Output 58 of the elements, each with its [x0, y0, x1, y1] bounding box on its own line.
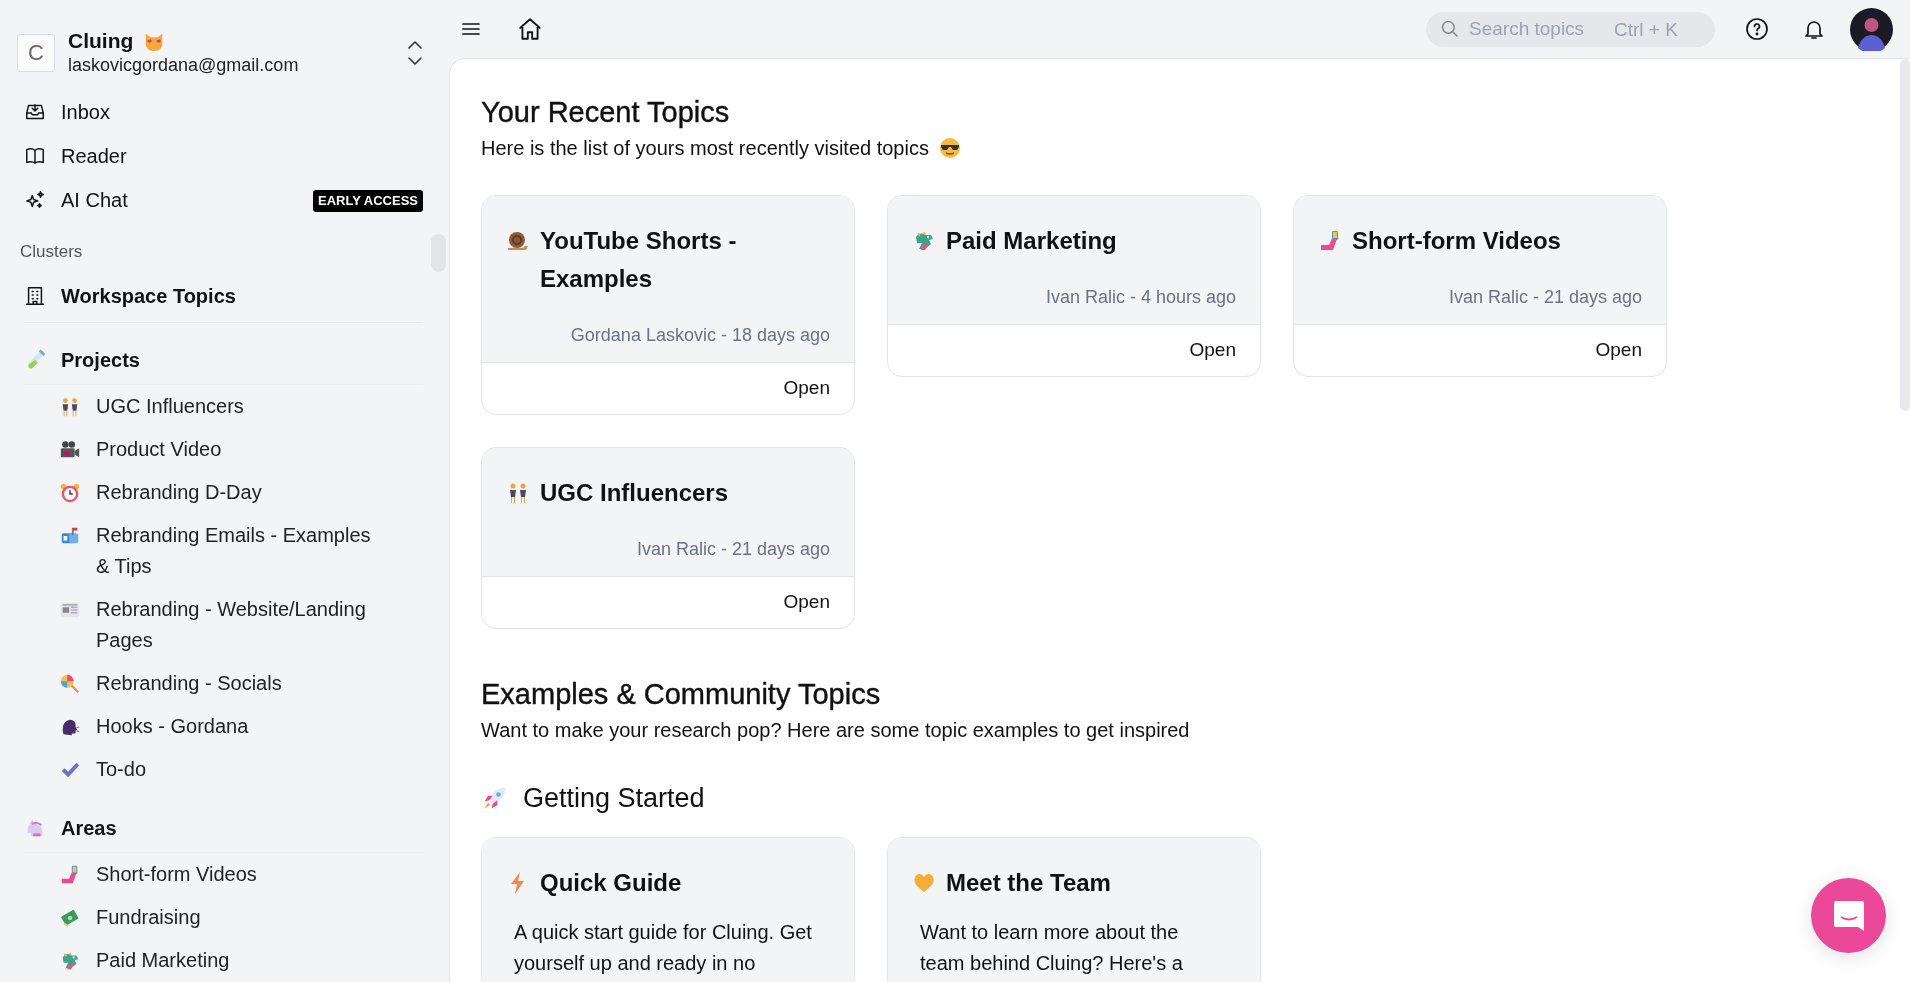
- topic-meta: Ivan Ralic - 4 hours ago: [1044, 286, 1236, 309]
- workspace-name: Cluing: [68, 29, 134, 53]
- sunglasses-face-icon: [937, 136, 962, 160]
- topic-title: Meet the Team: [946, 868, 1111, 898]
- topic-item[interactable]: Fundraising: [59, 896, 423, 939]
- chat-icon: [1831, 898, 1866, 933]
- topic-title: Quick Guide: [540, 868, 682, 898]
- nav-item[interactable]: Reader: [24, 134, 423, 178]
- topic-item[interactable]: To-do: [59, 748, 423, 791]
- help-icon[interactable]: [1745, 17, 1769, 41]
- alarm-clock-icon: [59, 481, 81, 504]
- account-email: laskovicgordana@gmail.com: [68, 55, 300, 76]
- home-icon[interactable]: [517, 16, 543, 42]
- topic-title: YouTube Shorts - Examples: [540, 226, 738, 294]
- open-button[interactable]: Open: [783, 375, 830, 401]
- topic-item[interactable]: Short-form Videos: [59, 853, 423, 896]
- section-title: Your Recent Topics: [481, 95, 731, 130]
- topic-description: A quick start guide for Cluing. Get yourself up and ready in no: [514, 920, 813, 976]
- search-icon: [1440, 19, 1460, 39]
- group-item[interactable]: Projects: [24, 338, 423, 382]
- topic-item[interactable]: Rebranding D-Day: [59, 471, 423, 514]
- topic-item[interactable]: Paid Marketing: [59, 939, 423, 982]
- topic-item[interactable]: UGC Influencers: [59, 385, 423, 428]
- early-access-badge: EARLY ACCESS: [313, 189, 423, 212]
- heart-icon: [912, 871, 936, 895]
- nav-item[interactable]: AI Chat EARLY ACCESS: [24, 178, 423, 222]
- topic-meta: Ivan Ralic - 21 days ago: [635, 538, 830, 561]
- chevron-updown-icon[interactable]: [407, 39, 423, 66]
- user-avatar[interactable]: [1850, 7, 1893, 51]
- section-subtitle: Want to make your research pop? Here are some topic examples to get inspired: [481, 718, 1190, 743]
- lollipop-icon: [59, 672, 81, 695]
- topic-title: Short-form Videos: [1352, 226, 1561, 256]
- topic-item[interactable]: Hooks - Gordana: [59, 705, 423, 748]
- topic-title: UGC Influencers: [540, 478, 729, 508]
- snail-icon: [506, 229, 530, 253]
- workspace-logo[interactable]: C: [17, 33, 55, 72]
- cluster-item[interactable]: Workspace Topics: [24, 274, 423, 318]
- topic-title: Paid Marketing: [946, 226, 1117, 256]
- category-heading: Getting Started: [523, 782, 705, 815]
- section-heading: Clusters: [20, 241, 84, 263]
- topic-item[interactable]: Product Video: [59, 428, 423, 471]
- open-button[interactable]: Open: [1595, 337, 1642, 363]
- book-icon: [24, 145, 46, 167]
- nav-item[interactable]: Inbox: [24, 90, 423, 134]
- topic-meta: Gordana Laskovic - 18 days ago: [569, 324, 830, 347]
- topic-item[interactable]: Rebranding - Website/Landing Pages: [59, 588, 423, 662]
- topic-item[interactable]: Rebranding Emails - Examples & Tips: [59, 514, 423, 588]
- topic-meta: Ivan Ralic - 21 days ago: [1447, 286, 1642, 309]
- group-item[interactable]: Areas: [24, 806, 423, 850]
- shortcut-hint: Ctrl + K: [1614, 17, 1678, 41]
- topic-description: Want to learn more about the team behind Cluing? Here's a: [920, 920, 1184, 976]
- sparkles-icon: [24, 189, 46, 211]
- open-button[interactable]: Open: [783, 589, 830, 615]
- building-icon: [24, 285, 46, 307]
- section-title: Examples & Community Topics: [481, 677, 882, 712]
- topic-item[interactable]: Rebranding - Socials: [59, 662, 423, 705]
- open-button[interactable]: Open: [1189, 337, 1236, 363]
- section-subtitle: Here is the list of yours most recently visited topics: [481, 136, 929, 161]
